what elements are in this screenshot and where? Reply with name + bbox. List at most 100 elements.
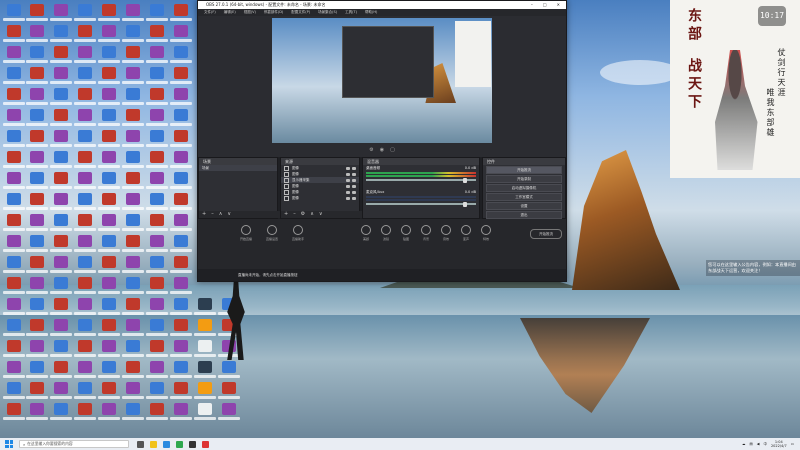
desktop-shortcut-icon[interactable] xyxy=(78,4,92,16)
desktop-shortcut-icon[interactable] xyxy=(7,25,21,37)
desktop-shortcut-icon[interactable] xyxy=(54,403,68,415)
desktop-shortcut-icon[interactable] xyxy=(126,172,140,184)
eye-icon[interactable]: ◉ xyxy=(380,147,384,155)
desktop-shortcut-icon[interactable] xyxy=(7,109,21,121)
desktop-shortcut-icon[interactable] xyxy=(30,298,44,310)
filter-button[interactable]: 滤镜 xyxy=(376,225,396,241)
source-settings-icon[interactable]: ⚙ xyxy=(301,211,305,218)
virtual-camera-button[interactable]: 启动虚拟摄像机 xyxy=(486,184,562,192)
desktop-shortcut-icon[interactable] xyxy=(174,109,188,121)
desktop-shortcut-icon[interactable] xyxy=(126,46,140,58)
desktop-shortcut-icon[interactable] xyxy=(78,361,92,373)
desktop-shortcut-icon[interactable] xyxy=(102,298,116,310)
desktop-shortcut-icon[interactable] xyxy=(54,256,68,268)
desktop-shortcut-icon[interactable] xyxy=(150,67,164,79)
volume-slider[interactable] xyxy=(366,201,476,207)
desktop-shortcut-icon[interactable] xyxy=(78,256,92,268)
visibility-icon[interactable] xyxy=(346,172,350,176)
lock-icon[interactable] xyxy=(352,190,356,194)
desktop-shortcut-icon[interactable] xyxy=(150,25,164,37)
sound-effect-button[interactable]: 音效 xyxy=(436,225,456,241)
desktop-shortcut-icon[interactable] xyxy=(7,361,21,373)
desktop-shortcut-icon[interactable] xyxy=(78,214,92,226)
desktop-shortcut-icon[interactable] xyxy=(30,277,44,289)
desktop-shortcut-icon[interactable] xyxy=(198,319,212,331)
desktop-shortcut-icon[interactable] xyxy=(7,4,21,16)
desktop-shortcut-icon[interactable] xyxy=(150,298,164,310)
app-icon[interactable] xyxy=(202,440,209,448)
desktop-shortcut-icon[interactable] xyxy=(7,382,21,394)
desktop-shortcut-icon[interactable] xyxy=(174,361,188,373)
desktop-shortcut-icon[interactable] xyxy=(102,25,116,37)
desktop-shortcut-icon[interactable] xyxy=(78,235,92,247)
desktop-shortcut-icon[interactable] xyxy=(126,382,140,394)
go-live-button[interactable]: 开始直播 xyxy=(236,225,256,241)
exit-button[interactable]: 退出 xyxy=(486,211,562,219)
task-view-icon[interactable] xyxy=(137,440,144,448)
add-source-icon[interactable]: + xyxy=(284,211,288,218)
start-push-button[interactable]: 开始推流 xyxy=(530,229,562,239)
network-icon[interactable]: ▤ xyxy=(749,442,752,446)
desktop-shortcut-icon[interactable] xyxy=(126,319,140,331)
desktop-shortcut-icon[interactable] xyxy=(78,298,92,310)
desktop-shortcut-icon[interactable] xyxy=(126,340,140,352)
desktop-shortcut-icon[interactable] xyxy=(174,277,188,289)
desktop-shortcut-icon[interactable] xyxy=(78,340,92,352)
desktop-shortcut-icon[interactable] xyxy=(7,235,21,247)
desktop-shortcut-icon[interactable] xyxy=(7,256,21,268)
desktop-shortcut-icon[interactable] xyxy=(54,172,68,184)
desktop-shortcut-icon[interactable] xyxy=(150,172,164,184)
desktop-shortcut-icon[interactable] xyxy=(78,88,92,100)
desktop-shortcut-icon[interactable] xyxy=(54,382,68,394)
move-down-icon[interactable]: ∨ xyxy=(319,211,323,218)
desktop-shortcut-icon[interactable] xyxy=(222,382,236,394)
desktop-shortcut-icon[interactable] xyxy=(7,214,21,226)
desktop-shortcut-icon[interactable] xyxy=(174,214,188,226)
desktop-shortcut-icon[interactable] xyxy=(30,25,44,37)
desktop-shortcut-icon[interactable] xyxy=(150,4,164,16)
desktop-shortcut-icon[interactable] xyxy=(150,319,164,331)
desktop-shortcut-icon[interactable] xyxy=(30,172,44,184)
beauty-button[interactable]: 美颜 xyxy=(356,225,376,241)
desktop-shortcut-icon[interactable] xyxy=(174,172,188,184)
desktop-shortcut-icon[interactable] xyxy=(174,4,188,16)
menu-docks[interactable]: 停靠部件(D) xyxy=(264,9,283,16)
desktop-shortcut-icon[interactable] xyxy=(7,277,21,289)
desktop-shortcut-icon[interactable] xyxy=(78,109,92,121)
file-explorer-icon[interactable] xyxy=(150,440,157,448)
cloud-icon[interactable]: ☁ xyxy=(742,442,746,446)
desktop-shortcut-icon[interactable] xyxy=(78,319,92,331)
desktop-shortcut-icon[interactable] xyxy=(102,340,116,352)
desktop-shortcut-icon[interactable] xyxy=(126,88,140,100)
visibility-icon[interactable] xyxy=(346,178,350,182)
desktop-shortcut-icon[interactable] xyxy=(7,130,21,142)
live-assistant-button[interactable]: 直播助手 xyxy=(288,225,308,241)
desktop-shortcut-icon[interactable] xyxy=(30,340,44,352)
desktop-shortcut-icon[interactable] xyxy=(198,298,212,310)
desktop-shortcut-icon[interactable] xyxy=(54,88,68,100)
desktop-shortcut-icon[interactable] xyxy=(174,151,188,163)
remove-scene-icon[interactable]: – xyxy=(211,211,214,218)
desktop-shortcut-icon[interactable] xyxy=(126,235,140,247)
desktop-shortcut-icon[interactable] xyxy=(30,235,44,247)
desktop-shortcut-icon[interactable] xyxy=(198,403,212,415)
source-item[interactable]: 图像 xyxy=(281,195,359,201)
desktop-shortcut-icon[interactable] xyxy=(174,382,188,394)
desktop-shortcut-icon[interactable] xyxy=(30,193,44,205)
desktop-shortcut-icon[interactable] xyxy=(126,256,140,268)
desktop-shortcut-icon[interactable] xyxy=(174,319,188,331)
desktop-shortcut-icon[interactable] xyxy=(54,340,68,352)
obs-preview[interactable] xyxy=(272,18,492,143)
desktop-shortcut-icon[interactable] xyxy=(30,46,44,58)
desktop-shortcut-icon[interactable] xyxy=(150,256,164,268)
desktop-shortcut-icon[interactable] xyxy=(7,172,21,184)
desktop-shortcut-icon[interactable] xyxy=(30,88,44,100)
desktop-shortcut-icon[interactable] xyxy=(30,256,44,268)
desktop-shortcut-icon[interactable] xyxy=(54,67,68,79)
desktop-shortcut-icon[interactable] xyxy=(150,151,164,163)
desktop-shortcut-icon[interactable] xyxy=(7,298,21,310)
desktop-shortcut-icon[interactable] xyxy=(174,193,188,205)
settings-icon[interactable]: ⚙ xyxy=(369,147,373,155)
desktop-shortcut-icon[interactable] xyxy=(78,67,92,79)
desktop-shortcut-icon[interactable] xyxy=(30,319,44,331)
